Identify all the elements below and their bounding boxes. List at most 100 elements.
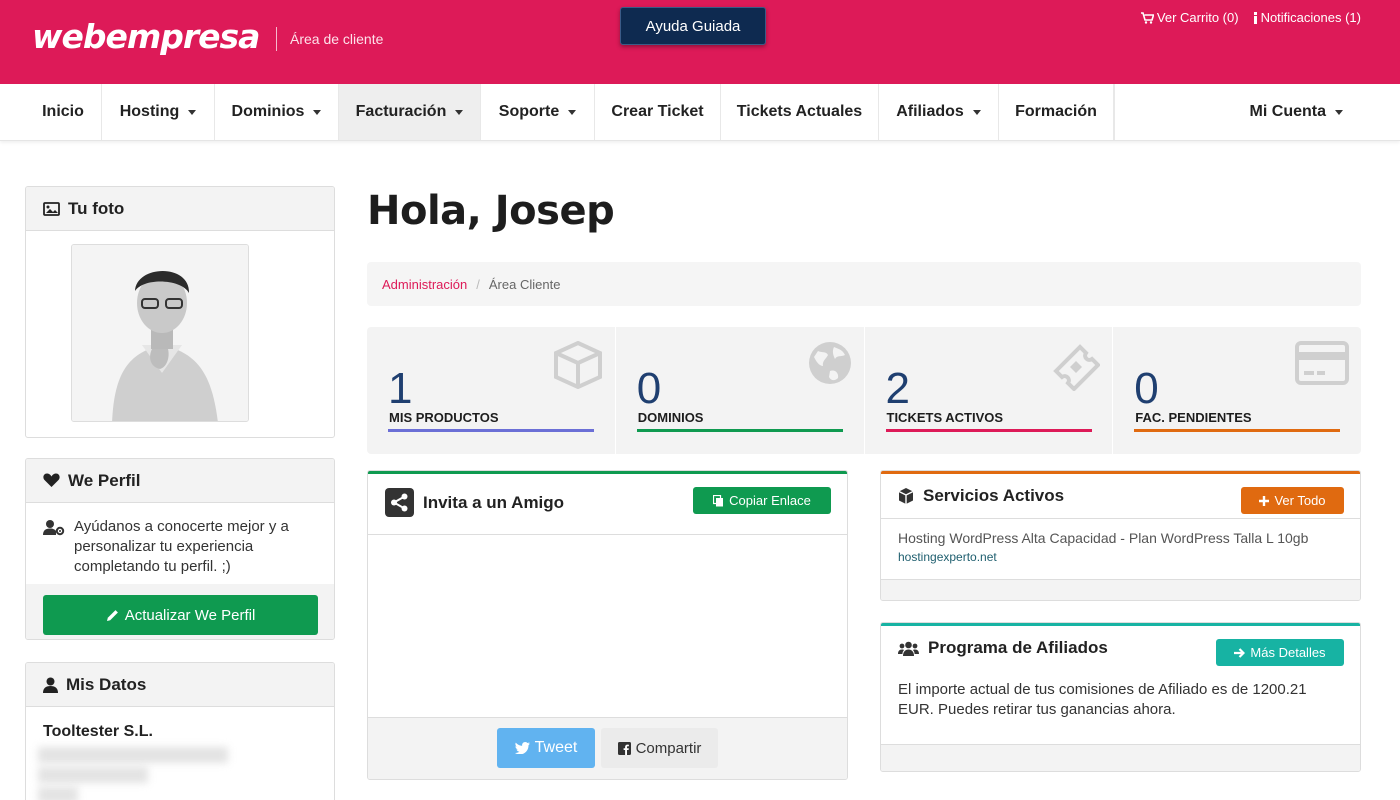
facebook-icon <box>617 741 631 755</box>
nav-label: Hosting <box>119 103 180 120</box>
profile-description: Ayúdanos a conocerte mejor y a personali… <box>74 518 289 575</box>
breadcrumb-admin-link[interactable]: Administración <box>382 277 467 292</box>
redacted-address <box>38 767 148 783</box>
nav-facturacion[interactable]: Facturación <box>339 84 481 140</box>
stat-products[interactable]: 1 MIS PRODUCTOS <box>367 327 616 454</box>
update-profile-button[interactable]: Actualizar We Perfil <box>43 595 318 635</box>
credit-card-icon <box>1295 341 1349 385</box>
stat-label: MIS PRODUCTOS <box>389 410 499 425</box>
stat-label: TICKETS ACTIVOS <box>886 410 1004 425</box>
affiliates-label: Programa de Afiliados <box>928 638 1108 657</box>
active-services-title: Servicios Activos <box>898 486 1064 506</box>
caret-down-icon <box>188 109 197 115</box>
ticket-icon <box>1053 344 1101 391</box>
profile-photo[interactable] <box>71 244 249 422</box>
nav-hosting[interactable]: Hosting <box>102 84 215 140</box>
webempresa-logo[interactable]: webempresa <box>32 17 260 56</box>
plus-icon <box>1259 495 1270 506</box>
share-icon <box>385 488 414 517</box>
view-cart-label: Ver Carrito (0) <box>1156 10 1239 25</box>
breadcrumb-current: Área Cliente <box>488 276 561 292</box>
active-services-label: Servicios Activos <box>923 486 1065 505</box>
notifications-label: Notificaciones (1) <box>1260 10 1361 25</box>
nav-label: Dominios <box>231 103 305 120</box>
service-domain[interactable]: hostingexperto.net <box>898 550 997 564</box>
guided-help-button[interactable]: Ayuda Guiada <box>620 7 766 45</box>
stat-value: 0 <box>636 364 662 413</box>
nav-crear-ticket[interactable]: Crear Ticket <box>595 84 721 140</box>
my-data-panel-header: Mis Datos <box>26 663 334 707</box>
view-cart-link[interactable]: Ver Carrito (0) <box>1140 10 1239 25</box>
image-icon <box>43 201 60 216</box>
logo-divider <box>276 27 277 51</box>
photo-panel-header: Tu foto <box>26 187 334 231</box>
nav-mi-cuenta[interactable]: Mi Cuenta <box>1114 84 1361 140</box>
caret-down-icon <box>1335 109 1343 115</box>
caret-down-icon <box>455 109 464 115</box>
stat-tickets[interactable]: 2 TICKETS ACTIVOS <box>865 327 1114 454</box>
notifications-link[interactable]: Notificaciones (1) <box>1253 10 1361 25</box>
nav-formacion[interactable]: Formación <box>999 84 1114 140</box>
more-details-button[interactable]: Más Detalles <box>1216 639 1344 666</box>
redacted-address <box>38 747 228 763</box>
copy-link-button[interactable]: Copiar Enlace <box>693 487 831 514</box>
nav-soporte[interactable]: Soporte <box>481 84 595 140</box>
affiliates-panel: Programa de Afiliados Más Detalles El im… <box>880 622 1361 772</box>
nav-label: Soporte <box>498 103 560 120</box>
stat-value: 2 <box>885 364 910 413</box>
twitter-icon <box>514 742 530 754</box>
nav-label: Tickets Actuales <box>736 103 863 120</box>
photo-panel-title: Tu foto <box>68 198 125 218</box>
pencil-icon <box>106 609 118 621</box>
profile-panel-header: We Perfil <box>26 459 334 503</box>
tweet-button[interactable]: Tweet <box>497 728 595 768</box>
users-icon <box>898 641 919 656</box>
top-header: webempresa Área de cliente Ayuda Guiada … <box>0 0 1400 84</box>
invite-friend-label: Invita a un Amigo <box>423 492 565 512</box>
box-icon <box>553 341 602 389</box>
caret-down-icon <box>568 109 577 115</box>
stat-label: DOMINIOS <box>637 410 704 425</box>
my-data-panel-title: Mis Datos <box>66 674 147 694</box>
stat-domains[interactable]: 0 DOMINIOS <box>616 327 865 454</box>
nav-label: Afiliados <box>896 103 964 120</box>
nav-dominios[interactable]: Dominios <box>215 84 339 140</box>
nav-label: Crear Ticket <box>611 103 704 120</box>
stat-value: 0 <box>1134 364 1159 413</box>
company-name: Tooltester S.L. <box>43 723 153 740</box>
client-area-label: Área de cliente <box>290 31 384 47</box>
person-photo <box>72 245 248 421</box>
divider <box>368 534 847 535</box>
invite-friend-panel: Invita a un Amigo Copiar Enlace Tweet Co… <box>367 470 848 780</box>
nav-tickets-actuales[interactable]: Tickets Actuales <box>721 84 879 140</box>
active-services-panel: Servicios Activos Ver Todo Hosting WordP… <box>880 470 1361 601</box>
view-all-button[interactable]: Ver Todo <box>1241 487 1344 514</box>
panel-accent <box>368 471 847 474</box>
update-profile-label: Actualizar We Perfil <box>124 606 256 624</box>
redacted-address <box>38 787 78 800</box>
facebook-share-button[interactable]: Compartir <box>601 728 718 768</box>
share-label: Compartir <box>635 739 702 757</box>
nav-inicio[interactable]: Inicio <box>25 84 102 140</box>
stat-label: FAC. PENDIENTES <box>1135 410 1252 425</box>
service-name[interactable]: Hosting WordPress Alta Capacidad - Plan … <box>898 530 1308 546</box>
cube-icon <box>898 488 914 504</box>
my-data-panel: Mis Datos Tooltester S.L. <box>25 662 335 800</box>
affiliates-panel-footer <box>881 744 1360 771</box>
stat-value: 1 <box>388 364 413 413</box>
nav-label: Mi Cuenta <box>1249 103 1326 120</box>
main-navbar: Inicio Hosting Dominios Facturación Sopo… <box>0 84 1400 141</box>
nav-label: Inicio <box>42 103 84 120</box>
tweet-label: Tweet <box>534 739 578 756</box>
cart-icon <box>1140 11 1154 24</box>
arrow-right-icon <box>1234 647 1246 658</box>
copy-link-label: Copiar Enlace <box>729 493 811 508</box>
nav-label: Formación <box>1015 103 1097 120</box>
nav-afiliados[interactable]: Afiliados <box>879 84 999 140</box>
affiliate-commission-text: El importe actual de tus comisiones de A… <box>898 681 1307 718</box>
page-title: Hola, Josep <box>367 188 615 234</box>
caret-down-icon <box>972 109 981 115</box>
stat-pending-invoices[interactable]: 0 FAC. PENDIENTES <box>1113 327 1361 454</box>
divider <box>881 518 1360 519</box>
globe-icon <box>808 342 851 384</box>
